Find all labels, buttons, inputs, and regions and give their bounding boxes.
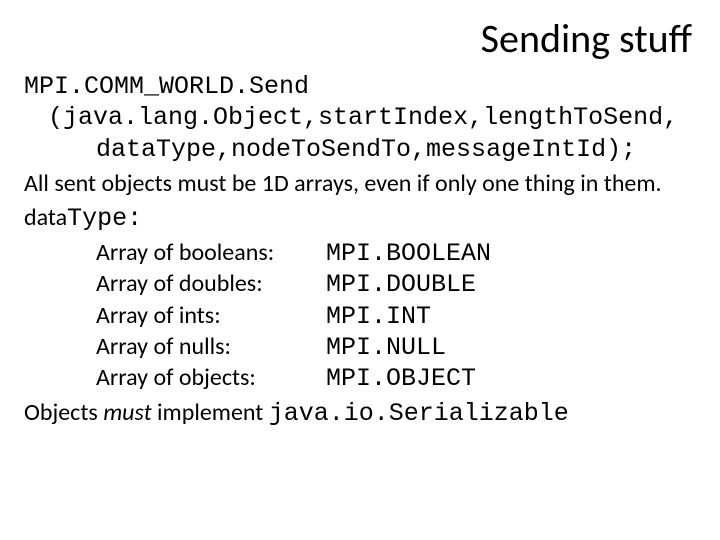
serializable-note: Objects must implement java.io.Serializa… <box>24 398 696 429</box>
type-row: Array of ints: MPI.INT <box>96 301 696 332</box>
type-row: Array of objects: MPI.OBJECT <box>96 363 696 394</box>
type-value: MPI.NULL <box>326 332 446 363</box>
serializable-prefix: Objects <box>24 398 103 427</box>
code-line-1: MPI.COMM_WORLD.Send <box>24 71 696 102</box>
type-label: Array of nulls: <box>96 332 326 363</box>
type-value: MPI.BOOLEAN <box>326 238 491 269</box>
type-row: Array of booleans: MPI.BOOLEAN <box>96 238 696 269</box>
serializable-class: java.io.Serializable <box>269 399 569 428</box>
slide: Sending stuff MPI.COMM_WORLD.Send (java.… <box>0 0 720 540</box>
code-line-2: (java.lang.Object,startIndex,lengthToSen… <box>48 102 696 133</box>
slide-title: Sending stuff <box>24 14 696 63</box>
type-row: Array of doubles: MPI.DOUBLE <box>96 269 696 300</box>
datatype-label-prefix: data <box>24 203 67 232</box>
type-value: MPI.DOUBLE <box>326 269 476 300</box>
type-table: Array of booleans: MPI.BOOLEAN Array of … <box>96 238 696 394</box>
type-value: MPI.INT <box>326 301 431 332</box>
type-value: MPI.OBJECT <box>326 363 476 394</box>
datatype-label: dataType: <box>24 203 696 234</box>
code-line-3: dataType,nodeToSendTo,messageIntId); <box>96 134 696 165</box>
slide-body: MPI.COMM_WORLD.Send (java.lang.Object,st… <box>24 71 696 430</box>
type-label: Array of objects: <box>96 363 326 394</box>
type-label: Array of doubles: <box>96 269 326 300</box>
type-row: Array of nulls: MPI.NULL <box>96 332 696 363</box>
datatype-label-mono: Type: <box>67 204 142 233</box>
note-arrays: All sent objects must be 1D arrays, even… <box>24 169 696 199</box>
serializable-must: must <box>103 398 151 427</box>
type-label: Array of booleans: <box>96 238 326 269</box>
type-label: Array of ints: <box>96 301 326 332</box>
serializable-mid: implement <box>152 398 269 427</box>
